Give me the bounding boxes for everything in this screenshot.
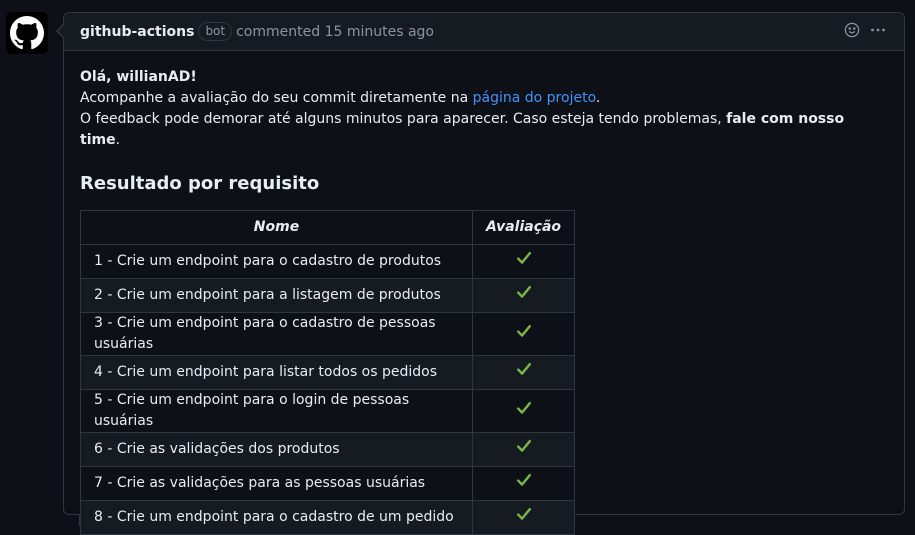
table-row: 6 - Crie as validações dos produtos bbox=[80, 432, 576, 467]
requirement-name: 5 - Crie um endpoint para o login de pes… bbox=[80, 389, 473, 433]
project-page-link[interactable]: página do projeto bbox=[473, 90, 596, 106]
requirement-name: 8 - Crie um endpoint para o cadastro de … bbox=[80, 500, 473, 535]
feedback-info-line: O feedback pode demorar até alguns minut… bbox=[80, 111, 845, 148]
comment-body: Olá, willianAD! Acompanhe a avaliação do… bbox=[64, 51, 904, 535]
kebab-menu-icon[interactable] bbox=[870, 22, 886, 42]
check-mark-icon bbox=[471, 389, 576, 433]
check-mark-icon bbox=[471, 244, 576, 279]
table-row: 8 - Crie um endpoint para o cadastro de … bbox=[80, 500, 576, 535]
avatar[interactable] bbox=[6, 12, 48, 54]
table-row: 2 - Crie um endpoint para a listagem de … bbox=[80, 278, 576, 313]
check-mark-icon bbox=[471, 466, 576, 501]
check-mark-icon bbox=[471, 432, 576, 467]
table-row: 7 - Crie as validações para as pessoas u… bbox=[80, 466, 576, 501]
comment-box: github-actions bot commented 15 minutes … bbox=[56, 12, 905, 535]
section-title: Resultado por requisito bbox=[80, 173, 320, 194]
check-mark-icon bbox=[471, 355, 576, 390]
requirement-name: 4 - Crie um endpoint para listar todos o… bbox=[80, 355, 473, 390]
requirement-name: 3 - Crie um endpoint para o cadastro de … bbox=[80, 312, 473, 356]
comment-timestamp[interactable]: commented 15 minutes ago bbox=[236, 24, 434, 40]
requirement-name: 2 - Crie um endpoint para a listagem de … bbox=[80, 278, 473, 313]
requirement-name: 7 - Crie as validações para as pessoas u… bbox=[80, 466, 473, 501]
check-mark-icon bbox=[471, 500, 576, 535]
results-table: Nome Avaliação 1 - Crie um endpoint para… bbox=[80, 210, 576, 535]
requirement-name: 1 - Crie um endpoint para o cadastro de … bbox=[80, 244, 473, 279]
greeting: Olá, willianAD! bbox=[80, 69, 197, 85]
table-header-row: Nome Avaliação bbox=[80, 210, 576, 245]
bot-badge: bot bbox=[198, 22, 233, 41]
check-mark-icon bbox=[471, 278, 576, 313]
requirement-name: 6 - Crie as validações dos produtos bbox=[80, 432, 473, 467]
github-logo-icon bbox=[10, 16, 44, 50]
smiley-icon[interactable] bbox=[844, 22, 860, 42]
commit-info-line: Acompanhe a avaliação do seu commit dire… bbox=[80, 90, 601, 106]
author-name[interactable]: github-actions bbox=[80, 24, 194, 40]
table-row: 3 - Crie um endpoint para o cadastro de … bbox=[80, 312, 576, 356]
column-header-nome: Nome bbox=[80, 210, 473, 245]
column-header-avaliacao: Avaliação bbox=[471, 210, 576, 245]
table-row: 5 - Crie um endpoint para o login de pes… bbox=[80, 389, 576, 433]
table-row: 1 - Crie um endpoint para o cadastro de … bbox=[80, 244, 576, 279]
comment-header: github-actions bot commented 15 minutes … bbox=[64, 13, 904, 51]
check-mark-icon bbox=[471, 312, 576, 356]
table-row: 4 - Crie um endpoint para listar todos o… bbox=[80, 355, 576, 390]
